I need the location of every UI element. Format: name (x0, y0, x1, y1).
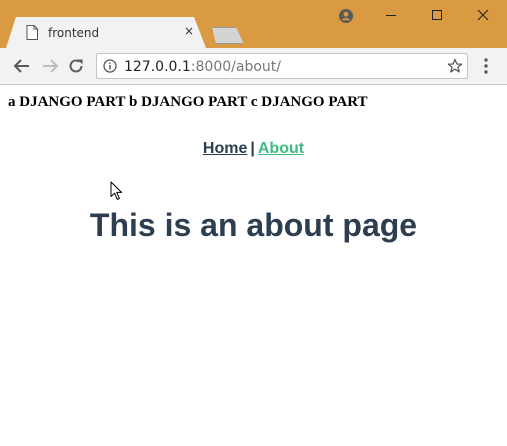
close-icon (477, 9, 489, 21)
maximize-icon (432, 10, 442, 20)
new-tab-button[interactable] (212, 27, 244, 44)
forward-arrow-icon[interactable] (40, 56, 60, 76)
bookmark-star-icon[interactable] (447, 58, 463, 74)
url-host: 127.0.0.1 (124, 59, 191, 75)
info-icon[interactable] (103, 59, 117, 73)
router-nav: Home | About (0, 140, 507, 158)
minimize-button[interactable] (368, 0, 414, 30)
nav-link-about[interactable]: About (258, 140, 304, 157)
browser-tab[interactable]: frontend × (6, 17, 206, 48)
browser-toolbar: 127.0.0.1:8000/about/ (0, 48, 507, 85)
close-window-button[interactable] (460, 0, 506, 30)
tab-close-icon[interactable]: × (182, 24, 196, 38)
reload-icon[interactable] (66, 56, 86, 76)
maximize-button[interactable] (414, 0, 460, 30)
nav-separator: | (250, 140, 255, 157)
address-bar[interactable]: 127.0.0.1:8000/about/ (96, 53, 468, 79)
page-title: This is an about page (89, 207, 418, 243)
url-path: :8000/about/ (190, 59, 281, 75)
nav-link-home[interactable]: Home (203, 140, 247, 157)
page-viewport: a DJANGO PART b DJANGO PART c DJANGO PAR… (0, 85, 507, 446)
mouse-cursor-icon (110, 181, 123, 200)
document-icon (26, 25, 38, 40)
browser-titlebar: frontend × (0, 0, 507, 48)
minimize-icon (386, 15, 396, 16)
profile-button[interactable] (322, 0, 368, 30)
back-arrow-icon[interactable] (12, 56, 32, 76)
django-header-text: a DJANGO PART b DJANGO PART c DJANGO PAR… (8, 94, 368, 110)
browser-menu-icon[interactable] (478, 57, 494, 75)
url-text[interactable]: 127.0.0.1:8000/about/ (124, 59, 281, 75)
profile-icon (339, 9, 353, 23)
tab-title: frontend (48, 26, 100, 40)
